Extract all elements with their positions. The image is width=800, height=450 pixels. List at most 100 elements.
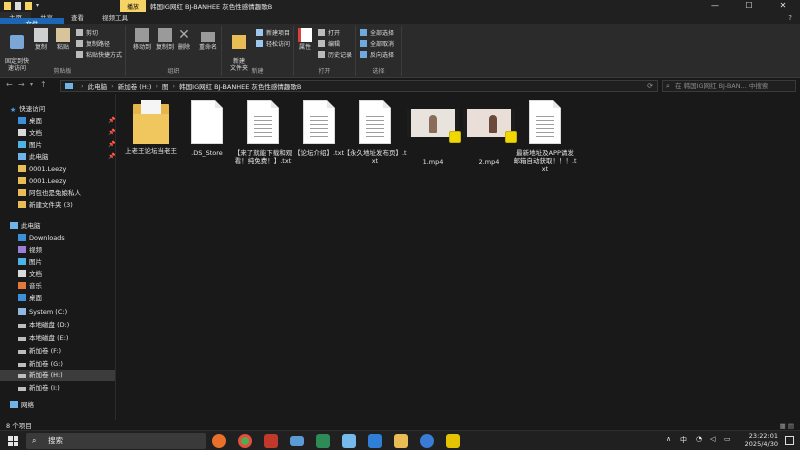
sidebar-item-drive-h[interactable]: 新加卷 (H:) bbox=[0, 370, 115, 381]
file-item-ds-store[interactable]: .DS_Store bbox=[175, 100, 239, 157]
file-item-video[interactable]: 1.mp4 bbox=[401, 100, 465, 166]
recent-locations-icon[interactable]: ▾ bbox=[30, 81, 33, 88]
sidebar-item-drive-c[interactable]: System (C:) bbox=[18, 307, 67, 318]
select-none-button[interactable]: 全部取消 bbox=[360, 40, 394, 50]
sidebar-item-documents[interactable]: 文档 bbox=[18, 128, 42, 139]
sidebar-item-downloads[interactable]: Downloads bbox=[18, 233, 65, 244]
invert-selection-button[interactable]: 反向选择 bbox=[360, 51, 394, 61]
sidebar-item-label: 阿包也是兔娘私人 bbox=[29, 189, 81, 197]
sidebar-item-desktop[interactable]: 桌面 bbox=[18, 116, 42, 127]
sidebar-network[interactable]: 网络 bbox=[10, 400, 34, 411]
new-item-button[interactable]: 新建项目 bbox=[256, 29, 290, 39]
easy-access-button[interactable]: 轻松访问 bbox=[256, 40, 290, 50]
edit-label: 编辑 bbox=[328, 41, 341, 48]
app-green-icon[interactable] bbox=[316, 434, 330, 448]
start-button[interactable] bbox=[8, 436, 18, 446]
properties-icon[interactable] bbox=[15, 2, 21, 10]
select-all-button[interactable]: 全部选择 bbox=[360, 29, 394, 39]
paste-shortcut-button[interactable]: 粘贴快捷方式 bbox=[76, 51, 122, 61]
address-bar[interactable]: › 此电脑 › 新加卷 (H:) › 图 › 韩国IG网红 BJ-BANHEE … bbox=[60, 80, 658, 92]
delete-button[interactable]: ✕ 删除 bbox=[174, 28, 194, 51]
breadcrumb-folder-pic[interactable]: 图 bbox=[162, 81, 169, 91]
app-bird-icon[interactable] bbox=[368, 434, 382, 448]
sidebar-item-pictures[interactable]: 图片 bbox=[18, 140, 42, 151]
file-explorer-icon[interactable] bbox=[394, 434, 408, 448]
chrome-icon[interactable] bbox=[238, 434, 252, 448]
wifi-icon[interactable]: ◔ bbox=[696, 435, 702, 443]
minimize-button[interactable]: — bbox=[698, 0, 732, 12]
edit-icon bbox=[318, 40, 325, 47]
copy-path-button[interactable]: 复制路径 bbox=[76, 40, 110, 50]
rename-button[interactable]: 重命名 bbox=[193, 28, 223, 51]
cut-button[interactable]: 剪切 bbox=[76, 29, 98, 39]
sidebar-item-pictures[interactable]: 图片 bbox=[18, 257, 42, 268]
battery-icon[interactable]: ▭ bbox=[724, 435, 731, 443]
refresh-icon[interactable]: ⟳ bbox=[647, 82, 653, 90]
sidebar-item-drive-g[interactable]: 新加卷 (G:) bbox=[18, 359, 63, 370]
sidebar-item-drive-d[interactable]: 本地磁盘 (D:) bbox=[18, 320, 69, 331]
file-item-txt[interactable]: 最新地址及APP请发邮箱自动获取！！！.txt bbox=[513, 100, 577, 173]
app-red-icon[interactable] bbox=[264, 434, 278, 448]
sidebar-item-label: 新加卷 (I:) bbox=[29, 384, 60, 392]
sidebar-item-this-pc-quick[interactable]: 此电脑 bbox=[18, 152, 49, 163]
breadcrumb-current-folder[interactable]: 韩国IG网红 BJ-BANHEE 灰色性感情趣歌B bbox=[179, 81, 301, 91]
video-player-icon[interactable] bbox=[446, 434, 460, 448]
file-item-folder[interactable]: 上老王论坛当老王 bbox=[119, 100, 183, 155]
history-button[interactable]: 历史记录 bbox=[318, 51, 352, 61]
taskbar-search[interactable]: ⌕ 搜索 bbox=[26, 433, 206, 449]
help-button[interactable]: ? bbox=[788, 12, 792, 24]
sidebar-this-pc[interactable]: 此电脑 bbox=[10, 221, 41, 232]
breadcrumb-this-pc[interactable]: 此电脑 bbox=[88, 81, 108, 91]
drive-icon bbox=[18, 374, 26, 378]
tab-video-tools[interactable]: 视频工具 bbox=[93, 12, 137, 24]
sidebar-item-label: 0001.Leezy bbox=[29, 165, 67, 173]
new-folder-icon[interactable] bbox=[25, 2, 32, 10]
sidebar-item-desktop[interactable]: 桌面 bbox=[18, 293, 42, 304]
sidebar-item-folder[interactable]: 0001.Leezy bbox=[18, 164, 66, 175]
app-blue-icon[interactable] bbox=[342, 434, 356, 448]
drive-icon bbox=[18, 387, 26, 391]
open-button[interactable]: 打开 bbox=[318, 29, 340, 39]
keyboard-app-icon[interactable] bbox=[290, 436, 304, 446]
sidebar-item-videos[interactable]: 视频 bbox=[18, 245, 42, 256]
tab-view[interactable]: 查看 bbox=[62, 12, 93, 24]
folder-icon bbox=[18, 201, 26, 208]
input-language-indicator[interactable]: 中 bbox=[680, 435, 687, 445]
file-item-txt[interactable]: 【来了就能下载和观看！纯免费！】.txt bbox=[231, 100, 295, 165]
notification-icon[interactable] bbox=[785, 436, 794, 445]
maximize-button[interactable]: ☐ bbox=[732, 0, 766, 12]
properties-button[interactable]: 属性 bbox=[294, 28, 316, 51]
windows-drive-icon bbox=[18, 308, 26, 315]
forward-arrow-icon[interactable]: → bbox=[18, 80, 25, 89]
sidebar-item-drive-f[interactable]: 新加卷 (F:) bbox=[18, 346, 61, 357]
sidebar-item-drive-i[interactable]: 新加卷 (I:) bbox=[18, 383, 60, 394]
back-arrow-icon[interactable]: ← bbox=[6, 80, 13, 89]
taskbar-clock[interactable]: 23:22:01 2025/4/30 bbox=[745, 432, 778, 448]
show-hidden-icons-icon[interactable]: ∧ bbox=[666, 435, 671, 443]
copy-button[interactable]: 复制 bbox=[30, 28, 52, 51]
sidebar-item-folder[interactable]: 0001.Leezy bbox=[18, 176, 66, 187]
volume-icon[interactable]: ◁ bbox=[710, 435, 715, 443]
app-cloud-icon[interactable] bbox=[420, 434, 434, 448]
copy-path-label: 复制路径 bbox=[86, 41, 111, 48]
sidebar-item-folder[interactable]: 阿包也是兔娘私人 bbox=[18, 188, 81, 199]
close-button[interactable]: ✕ bbox=[766, 0, 800, 12]
edit-button[interactable]: 编辑 bbox=[318, 40, 340, 50]
search-input[interactable]: ⌕ 在 韩国IG网红 BJ-BAN... 中搜索 bbox=[662, 80, 796, 92]
file-item-video[interactable]: 2.mp4 bbox=[457, 100, 521, 166]
sidebar-item-music[interactable]: 音乐 bbox=[18, 281, 42, 292]
sidebar-item-folder[interactable]: 新建文件夹 (3) bbox=[18, 200, 73, 211]
contextual-tab-play[interactable]: 播放 bbox=[120, 0, 146, 12]
paste-button[interactable]: 粘贴 bbox=[51, 28, 75, 51]
sidebar-quick-access[interactable]: ★ 快速访问 bbox=[10, 104, 45, 115]
sidebar-item-label: 桌面 bbox=[29, 117, 42, 125]
sidebar-item-drive-e[interactable]: 本地磁盘 (E:) bbox=[18, 333, 68, 344]
breadcrumb-drive-h[interactable]: 新加卷 (H:) bbox=[118, 81, 152, 91]
rename-label: 重命名 bbox=[198, 44, 217, 51]
up-arrow-icon[interactable]: ↑ bbox=[40, 80, 47, 89]
sidebar-item-documents[interactable]: 文档 bbox=[18, 269, 42, 280]
chevron-down-icon[interactable]: ▾ bbox=[36, 2, 41, 10]
file-item-txt[interactable]: 【永久地址发布页】.txt bbox=[343, 100, 407, 165]
firefox-icon[interactable] bbox=[212, 434, 226, 448]
file-item-txt[interactable]: 【论坛介绍】.txt bbox=[287, 100, 351, 157]
